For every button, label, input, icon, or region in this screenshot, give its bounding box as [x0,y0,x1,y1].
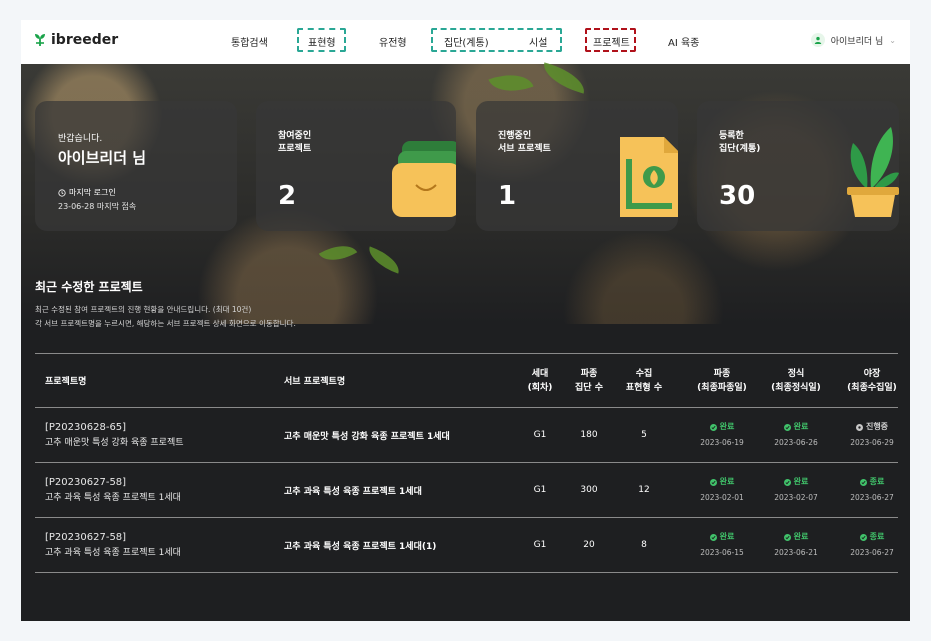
col-header-groups: 파종 집단 수 [575,368,603,393]
phenotypes-value: 8 [641,540,647,550]
status-badge: 완료 [709,530,734,544]
project-name: 고추 과육 특성 육종 프로젝트 1세대 [45,493,181,503]
recent-projects-desc-2: 각 서브 프로젝트명을 누르시면, 해당하는 서브 프로젝트 상세 화면으로 이… [35,319,296,328]
user-avatar-icon [810,33,825,47]
status-badge: 완료 [709,475,734,489]
table-row: [P20230627-58] 고추 과육 특성 육종 프로젝트 1세대 고추 과… [35,463,898,518]
status-date: 2023-06-27 [850,493,894,502]
sprout-logo-icon [35,34,45,46]
welcome-greeting: 반갑습니다. [58,134,103,144]
stat-value: 2 [278,181,297,211]
stat-card-projects[interactable]: 참여중인 프로젝트 2 [256,101,456,231]
generation-value: G1 [533,540,547,550]
stat-card-subprojects[interactable]: 진행중인 서브 프로젝트 1 [476,101,678,231]
table-row: [P20230627-58] 고추 과육 특성 육종 프로젝트 1세대 고추 과… [35,518,898,573]
groups-value: 180 [580,430,598,440]
subproject-link[interactable]: 고추 과육 특성 육종 프로젝트 1세대 [284,484,524,497]
last-login-label: 마지막 로그인 [58,187,116,198]
check-circle-icon [709,478,717,486]
recent-projects-desc-1: 최근 수정된 참여 프로젝트의 진행 현황을 안내드립니다. (최대 10건) [35,305,252,314]
phenotypes-value: 12 [638,485,650,495]
check-circle-icon [859,478,867,486]
stat-label: 등록한 집단(계통) [719,131,761,154]
project-id: [P20230627-58] [45,477,127,488]
status-badge: 완료 [709,420,734,434]
table-header-row: 프로젝트명 서브 프로젝트명 세대 (회차) 파종 집단 수 수집 표현형 수 파종(… [35,354,898,408]
check-circle-icon [859,533,867,541]
nav-ai-breeding[interactable]: AI 육종 [668,34,699,49]
recent-projects-title: 최근 수정한 프로젝트 [35,280,143,294]
status-date: 2023-02-07 [774,493,818,502]
clock-icon [58,188,66,197]
project-name: 고추 과육 특성 육종 프로젝트 1세대 [45,548,181,558]
project-id: [P20230628-65] [45,422,127,433]
folder-icon [392,141,456,217]
stat-label: 진행중인 서브 프로젝트 [498,131,551,154]
check-circle-icon [783,423,791,431]
status-badge: 종료 [859,530,884,544]
nav-genotype[interactable]: 유전형 [379,34,407,49]
subproject-link[interactable]: 고추 매운맛 특성 강화 육종 프로젝트 1세대 [284,429,524,442]
nav-integrated-search[interactable]: 통합검색 [231,34,268,49]
col-header-planting: 정식 (최종정식일) [771,368,821,393]
decor-leaf [318,236,358,270]
groups-value: 300 [580,485,598,495]
brand-logo[interactable]: ibreeder [33,32,118,48]
user-name: 아이브리더 님 [830,36,884,47]
decor-leaf [539,62,589,94]
decor-leaf [364,246,404,274]
groups-value: 20 [583,540,595,550]
top-header: ibreeder 통합검색 표현형 유전형 집단(계통) 시설 프로젝트 AI … [21,20,910,64]
welcome-username: 아이브리더 님 [58,149,147,167]
status-date: 2023-06-27 [850,548,894,557]
project-id: [P20230627-58] [45,532,127,543]
subproject-link[interactable]: 고추 과육 특성 육종 프로젝트 1세대(1) [284,539,524,552]
check-circle-icon [709,533,717,541]
app-frame: ibreeder 통합검색 표현형 유전형 집단(계통) 시설 프로젝트 AI … [21,20,910,621]
table-row: [P20230628-65] 고추 매운맛 특성 강화 육종 프로젝트 고추 매… [35,408,898,463]
chevron-down-icon: ⌄ [889,35,896,45]
col-header-sowing: 파종 (최종파종일) [697,368,747,393]
col-header-project: 프로젝트명 [45,377,87,387]
stat-card-populations[interactable]: 등록한 집단(계통) 30 [697,101,899,231]
highlight-population-facility [431,28,562,52]
status-badge: 진행중 [855,420,888,434]
status-date: 2023-06-26 [774,438,818,447]
last-login-date: 23-06-28 마지막 접속 [58,202,137,211]
status-badge: 완료 [783,530,808,544]
generation-value: G1 [533,430,547,440]
col-header-phenotypes: 수집 표현형 수 [625,368,663,393]
status-badge: 완료 [783,420,808,434]
check-circle-icon [783,533,791,541]
check-circle-icon [783,478,791,486]
user-menu[interactable]: 아이브리더 님 ⌄ [810,33,896,47]
status-date: 2023-06-21 [774,548,818,557]
brand-name: ibreeder [51,32,119,48]
recent-projects-table: 프로젝트명 서브 프로젝트명 세대 (회차) 파종 집단 수 수집 표현형 수 파종(… [35,353,898,573]
col-header-subproject: 서브 프로젝트명 [284,377,346,387]
col-header-generation: 세대 (회차) [527,368,553,393]
welcome-card: 반갑습니다. 아이브리더 님 마지막 로그인 23-06-28 마지막 접속 [35,101,237,231]
in-progress-icon [855,423,863,431]
highlight-project [585,28,636,52]
status-badge: 완료 [783,475,808,489]
decor-leaf [488,65,534,101]
stat-value: 1 [498,181,517,211]
project-name: 고추 매운맛 특성 강화 육종 프로젝트 [45,438,184,448]
status-date: 2023-06-15 [700,548,744,557]
col-header-fieldbook: 야장 (최종수집일) [847,368,897,393]
status-date: 2023-06-19 [700,438,744,447]
status-badge: 종료 [859,475,884,489]
stat-label: 참여중인 프로젝트 [278,131,312,154]
status-date: 2023-06-29 [850,438,894,447]
phenotypes-value: 5 [641,430,647,440]
potted-plant-icon [847,127,899,217]
highlight-phenotype [297,28,346,52]
check-circle-icon [709,423,717,431]
document-leaf-icon [620,137,678,217]
status-date: 2023-02-01 [700,493,744,502]
stat-value: 30 [719,181,756,211]
generation-value: G1 [533,485,547,495]
